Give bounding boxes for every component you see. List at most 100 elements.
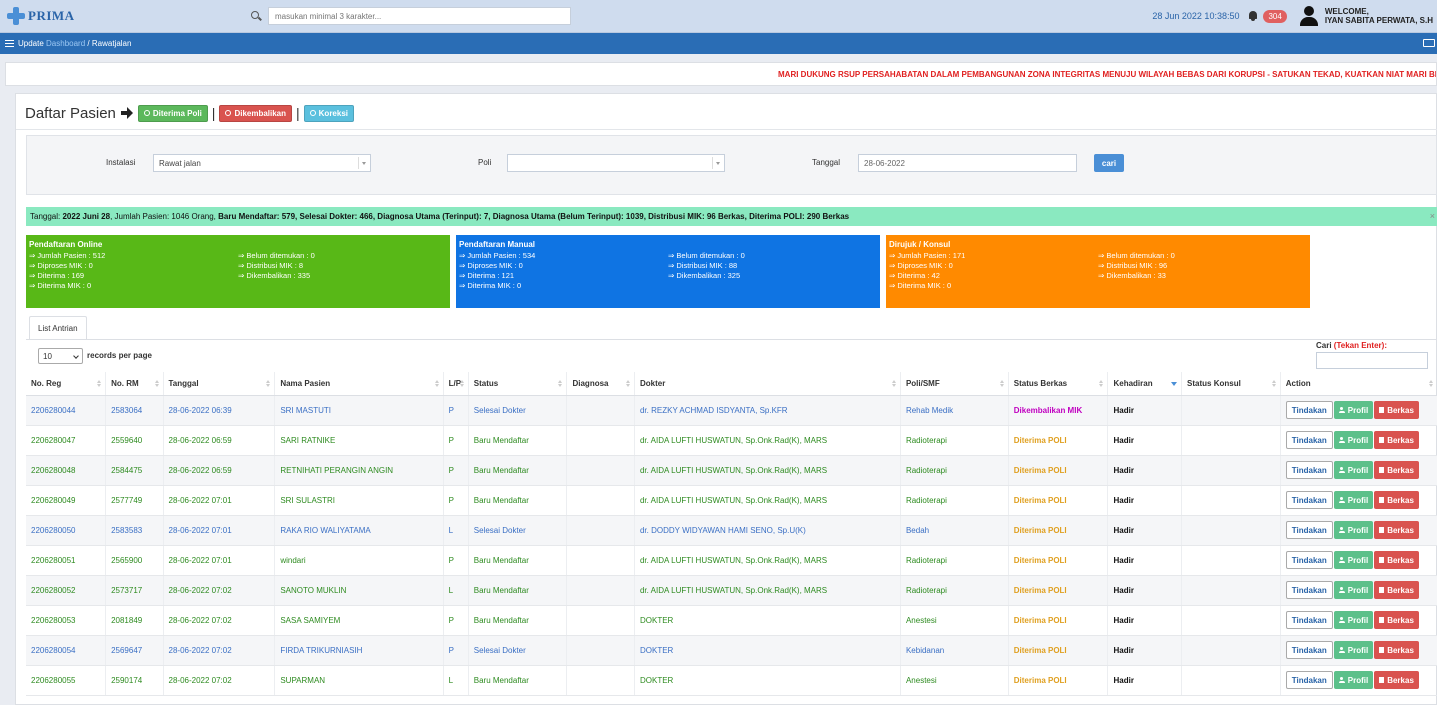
cari-button[interactable]: cari [1094, 154, 1124, 172]
notification-badge[interactable]: 304 [1263, 9, 1287, 23]
column-header[interactable]: Status Berkas [1008, 372, 1109, 396]
fullscreen-icon[interactable] [1423, 39, 1435, 47]
table-row[interactable]: 2206280051 2565900 28-06-2022 07:01 windari… [26, 545, 1437, 576]
berkas-button[interactable]: Berkas [1374, 611, 1419, 629]
tindakan-button[interactable]: Tindakan [1285, 641, 1333, 659]
hamburger-menu-icon[interactable] [5, 40, 14, 47]
berkas-button[interactable]: Berkas [1374, 671, 1419, 689]
berkas-button[interactable]: Berkas [1374, 461, 1419, 479]
column-header[interactable]: Nama Pasien [274, 372, 444, 396]
column-header-label: Poli/SMF [905, 378, 940, 388]
column-header-label: Nama Pasien [280, 378, 331, 388]
column-header[interactable]: Diagnosa [566, 372, 635, 396]
nama-pasien-cell: SARI RATNIKE [274, 425, 444, 456]
berkas-button[interactable]: Berkas [1374, 521, 1419, 539]
close-icon[interactable]: × [1430, 211, 1435, 221]
profil-label: Profil [1347, 495, 1369, 505]
table-row[interactable]: 2206280054 2569647 28-06-2022 07:02 FIRDA T… [26, 635, 1437, 666]
breadcrumb-dashboard-link[interactable]: Dashboard [46, 39, 85, 48]
bell-icon[interactable] [1247, 10, 1259, 22]
diterima-poli-button[interactable]: Diterima Poli [137, 104, 208, 122]
column-header[interactable]: Kehadiran [1107, 372, 1183, 396]
column-header[interactable]: Status Konsul [1181, 372, 1281, 396]
profil-button[interactable]: Profil [1333, 461, 1374, 479]
column-header[interactable]: Action [1280, 372, 1437, 396]
card-stat: ⇒ Diproses MIK : 0 [889, 261, 953, 270]
profil-label: Profil [1347, 675, 1369, 685]
berkas-label: Berkas [1387, 615, 1414, 625]
berkas-button[interactable]: Berkas [1374, 581, 1419, 599]
status-berkas-cell: Diterima POLI [1008, 515, 1109, 546]
app-logo[interactable]: PRIMA [6, 3, 75, 29]
tab-underline [26, 339, 1437, 340]
search-icon[interactable] [250, 10, 262, 22]
poli-select[interactable] [507, 154, 725, 172]
diagnosa-cell [566, 455, 635, 486]
column-header[interactable]: L/P [443, 372, 469, 396]
dikembalikan-button[interactable]: Dikembalikan [219, 104, 293, 122]
status-cell: Selesai Dokter [468, 395, 568, 426]
profil-button[interactable]: Profil [1333, 401, 1374, 419]
column-header[interactable]: No. Reg [26, 372, 107, 396]
profil-button[interactable]: Profil [1333, 641, 1374, 659]
table-row[interactable]: 2206280048 2584475 28-06-2022 06:59 RETNIHA… [26, 455, 1437, 486]
lp-cell: P [443, 545, 469, 576]
column-header-label: Status Konsul [1187, 378, 1241, 388]
table-row[interactable]: 2206280049 2577749 28-06-2022 07:01 SRI SUL… [26, 485, 1437, 516]
tindakan-button[interactable]: Tindakan [1285, 581, 1333, 599]
profil-button[interactable]: Profil [1333, 671, 1374, 689]
table-row[interactable]: 2206280050 2583583 28-06-2022 07:01 RAKA RI… [26, 515, 1437, 546]
status-berkas-cell: Diterima POLI [1008, 605, 1109, 636]
profil-button[interactable]: Profil [1333, 551, 1374, 569]
berkas-button[interactable]: Berkas [1374, 431, 1419, 449]
card-stat: ⇒ Diterima MIK : 0 [29, 281, 92, 290]
tindakan-button[interactable]: Tindakan [1285, 431, 1333, 449]
records-per-page-select[interactable]: 10 [38, 348, 83, 364]
berkas-button[interactable]: Berkas [1374, 491, 1419, 509]
tab-list-antrian[interactable]: List Antrian [29, 316, 87, 340]
table-search-input[interactable] [1316, 352, 1428, 369]
table-row[interactable]: 2206280053 2081849 28-06-2022 07:02 SASA SA… [26, 605, 1437, 636]
column-header[interactable]: Dokter [634, 372, 901, 396]
lp-cell: L [443, 515, 469, 546]
berkas-button[interactable]: Berkas [1374, 641, 1419, 659]
tindakan-button[interactable]: Tindakan [1285, 401, 1333, 419]
global-search-input[interactable] [268, 7, 571, 25]
welcome-text[interactable]: WELCOME, IYAN SABITA PERWATA, S.H [1325, 7, 1433, 25]
table-row[interactable]: 2206280055 2590174 28-06-2022 07:02 SUPARMA… [26, 665, 1437, 696]
no-reg-cell: 2206280051 [26, 545, 107, 576]
table-row[interactable]: 2206280052 2573717 28-06-2022 07:02 SANOTO … [26, 575, 1437, 606]
tindakan-button[interactable]: Tindakan [1285, 491, 1333, 509]
tindakan-button[interactable]: Tindakan [1285, 671, 1333, 689]
tanggal-input[interactable]: 28-06-2022 [858, 154, 1077, 172]
user-icon [1338, 407, 1345, 413]
file-icon [1379, 617, 1385, 623]
berkas-button[interactable]: Berkas [1374, 401, 1419, 419]
tindakan-button[interactable]: Tindakan [1285, 521, 1333, 539]
profil-button[interactable]: Profil [1333, 611, 1374, 629]
status-konsul-cell [1181, 455, 1281, 486]
column-header[interactable]: Poli/SMF [900, 372, 1009, 396]
card-stat: ⇒ Dikembalikan : 335 [238, 271, 311, 280]
column-header[interactable]: Tanggal [163, 372, 276, 396]
tindakan-button[interactable]: Tindakan [1285, 551, 1333, 569]
profil-button[interactable]: Profil [1333, 431, 1374, 449]
profil-button[interactable]: Profil [1333, 491, 1374, 509]
table-row[interactable]: 2206280047 2559640 28-06-2022 06:59 SARI RA… [26, 425, 1437, 456]
instalasi-select[interactable]: Rawat jalan [153, 154, 371, 172]
berkas-button[interactable]: Berkas [1374, 551, 1419, 569]
profil-button[interactable]: Profil [1333, 581, 1374, 599]
table-row[interactable]: 2206280044 2583064 28-06-2022 06:39 SRI MAS… [26, 395, 1437, 426]
kehadiran-cell: Hadir [1107, 425, 1183, 456]
column-header[interactable]: No. RM [105, 372, 164, 396]
tindakan-button[interactable]: Tindakan [1285, 611, 1333, 629]
chevron-down-icon [358, 157, 368, 169]
user-avatar-icon[interactable] [1299, 6, 1319, 26]
column-header[interactable]: Status [468, 372, 568, 396]
tindakan-button[interactable]: Tindakan [1285, 461, 1333, 479]
profil-button[interactable]: Profil [1333, 521, 1374, 539]
koreksi-button[interactable]: Koreksi [303, 104, 355, 122]
card-stat: ⇒ Distribusi MIK : 88 [668, 261, 738, 270]
column-header-label: Diagnosa [572, 378, 609, 388]
profil-label: Profil [1347, 525, 1369, 535]
